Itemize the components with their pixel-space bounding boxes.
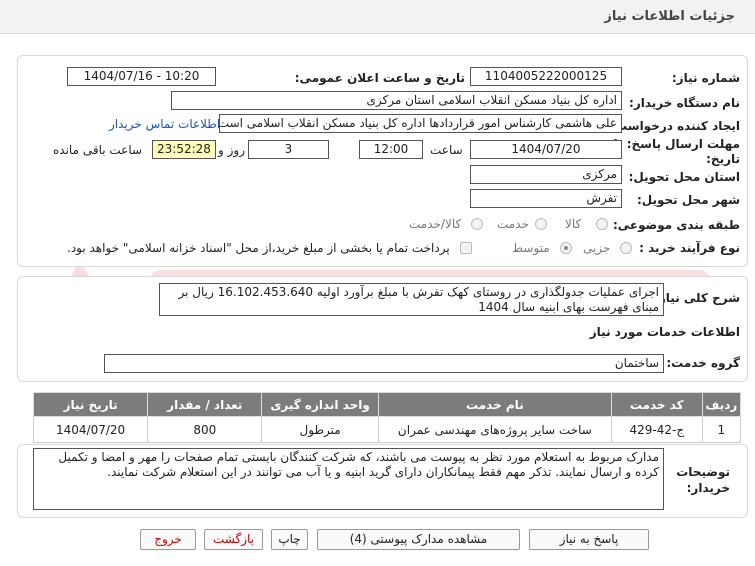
col-qty-header: تعداد / مقدار bbox=[147, 392, 263, 417]
process-medium-label: متوسط bbox=[512, 241, 550, 255]
deadline-time-label: ساعت bbox=[430, 143, 463, 157]
reply-button[interactable]: پاسخ به نیاز bbox=[529, 529, 649, 550]
creator-label: ایجاد کننده درخواست: bbox=[610, 119, 740, 133]
services-table: ردیف کد خدمت نام خدمت واحد اندازه گیری ت… bbox=[32, 392, 742, 443]
announce-date-field: 1404/07/16 - 10:20 bbox=[67, 67, 216, 86]
page-title: جزئیات اطلاعات نیاز bbox=[604, 9, 735, 24]
page-header: جزئیات اطلاعات نیاز bbox=[0, 0, 755, 34]
cell-date: 1404/07/20 bbox=[32, 416, 149, 443]
service-group-label: گروه خدمت: bbox=[666, 356, 740, 370]
need-info-panel bbox=[17, 55, 748, 267]
col-row-header: ردیف bbox=[701, 392, 742, 417]
col-date-header: تاریخ نیاز bbox=[32, 392, 149, 417]
city-label: شهر محل تحویل: bbox=[636, 193, 740, 207]
attachments-button[interactable]: مشاهده مدارک پیوستی (4) bbox=[317, 529, 520, 550]
creator-field: علی هاشمی کارشناس امور قراردادها اداره ک… bbox=[219, 114, 622, 133]
deadline-date-field: 1404/07/20 bbox=[470, 140, 622, 159]
category-goods-service-label: کالا/خدمت bbox=[409, 217, 462, 231]
cell-qty: 800 bbox=[147, 416, 263, 443]
city-field: تفرش bbox=[470, 189, 622, 208]
services-section-title: اطلاعات خدمات مورد نیاز bbox=[589, 325, 740, 339]
category-radio-goods-service[interactable] bbox=[471, 218, 483, 230]
deadline-time-field: 12:00 bbox=[359, 140, 423, 159]
category-goods-label: کالا bbox=[565, 217, 582, 231]
deadline-label: مهلت ارسال پاسخ: تا bbox=[613, 137, 741, 151]
need-number-label: شماره نیاز: bbox=[671, 71, 740, 85]
col-code-header: کد خدمت bbox=[610, 392, 703, 417]
remaining-time-field: 23:52:28 bbox=[152, 140, 216, 159]
col-name-header: نام خدمت bbox=[377, 392, 612, 417]
process-radio-minor[interactable] bbox=[620, 242, 632, 254]
summary-text-field: اجرای عملیات جدولگذاری در روستای کهک تفر… bbox=[159, 283, 664, 316]
exit-button[interactable]: خروج bbox=[140, 529, 196, 550]
buyer-contact-link[interactable]: اطلاعات تماس خریدار bbox=[109, 117, 220, 131]
treasury-payment-note: پرداخت تمام یا بخشی از مبلغ خرید،از محل … bbox=[67, 241, 450, 255]
buyer-notes-field: مدارک مربوط به استعلام مورد نظر به پیوست… bbox=[33, 448, 664, 510]
category-label: طبقه بندی موضوعی: bbox=[612, 218, 740, 232]
cell-name: ساخت سایر پروژه‌های مهندسی عمران bbox=[377, 416, 612, 443]
cell-code: ج-42-429 bbox=[610, 416, 703, 443]
process-radio-medium[interactable] bbox=[560, 242, 572, 254]
deadline-date-label: تاریخ: bbox=[706, 152, 740, 166]
process-type-label: نوع فرآیند خرید : bbox=[639, 241, 740, 255]
table-row: 1 ج-42-429 ساخت سایر پروژه‌های مهندسی عم… bbox=[32, 416, 742, 443]
buyer-org-field: اداره کل بنیاد مسکن انقلاب اسلامی استان … bbox=[171, 91, 622, 110]
need-number-field: 1104005222000125 bbox=[470, 67, 622, 86]
days-label: روز و bbox=[218, 143, 245, 157]
treasury-payment-checkbox[interactable] bbox=[460, 242, 472, 254]
process-minor-label: جزیی bbox=[583, 241, 611, 255]
category-radio-goods[interactable] bbox=[596, 218, 608, 230]
buyer-notes-label: توضیحات bbox=[676, 465, 730, 479]
remaining-time-label: ساعت باقی مانده bbox=[53, 143, 143, 157]
buyer-notes-label-2: خریدار: bbox=[686, 481, 730, 495]
province-label: استان محل تحویل: bbox=[628, 170, 740, 184]
province-field: مرکزی bbox=[470, 165, 622, 184]
category-service-label: خدمت bbox=[497, 217, 529, 231]
back-button[interactable]: بازگشت bbox=[204, 529, 263, 550]
summary-label: شرح کلی نیاز: bbox=[654, 291, 740, 305]
buyer-org-label: نام دستگاه خریدار: bbox=[629, 96, 740, 110]
print-button[interactable]: چاپ bbox=[271, 529, 308, 550]
col-unit-header: واحد اندازه گیری bbox=[261, 392, 379, 417]
cell-row: 1 bbox=[701, 416, 742, 443]
days-remaining-field: 3 bbox=[248, 140, 329, 159]
cell-unit: مترطول bbox=[261, 416, 379, 443]
announce-date-label: تاریخ و ساعت اعلان عمومی: bbox=[294, 71, 465, 85]
service-group-field: ساختمان bbox=[104, 354, 664, 373]
category-radio-service[interactable] bbox=[535, 218, 547, 230]
